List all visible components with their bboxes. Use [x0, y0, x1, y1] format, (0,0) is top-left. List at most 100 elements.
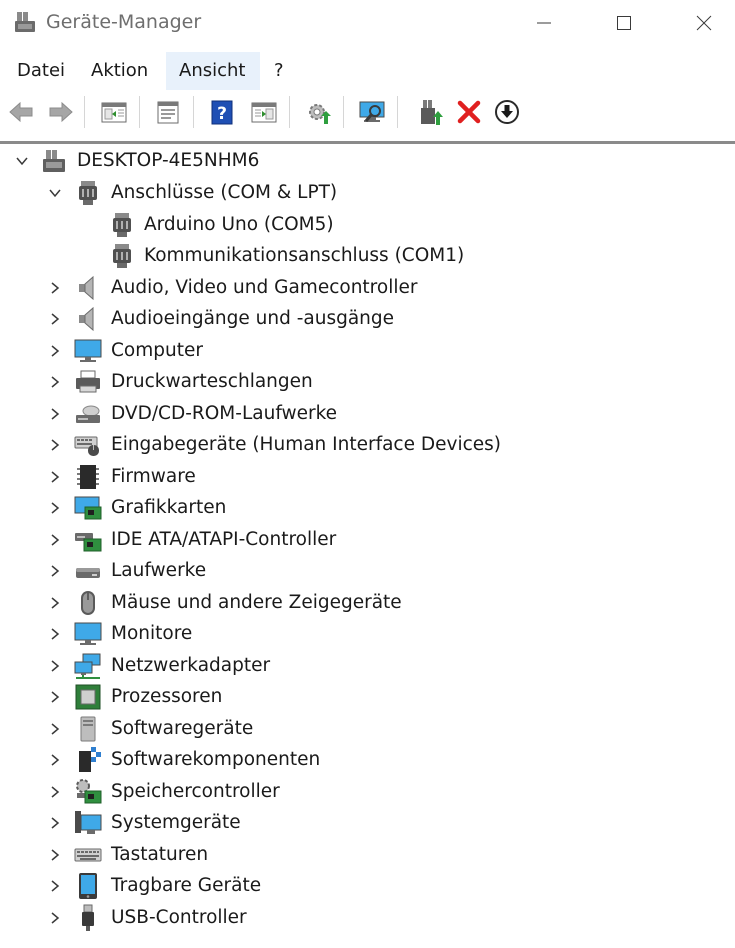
- tree-category-tastaturen[interactable]: Tastaturen: [0, 840, 735, 870]
- chevron-right-icon[interactable]: [48, 564, 62, 578]
- chevron-right-icon[interactable]: [48, 879, 62, 893]
- tree-category-audioeingaenge[interactable]: Audioeingänge und -ausgänge: [0, 304, 735, 334]
- tree-category-label: Druckwarteschlangen: [111, 371, 313, 392]
- menu-aktion[interactable]: Aktion: [83, 52, 156, 90]
- tree-category-tragbare-geraete[interactable]: Tragbare Geräte: [0, 871, 735, 901]
- chevron-down-icon[interactable]: [48, 186, 62, 200]
- tree-category-prozessoren[interactable]: Prozessoren: [0, 682, 735, 712]
- device-manager-app-icon: [15, 12, 35, 32]
- chevron-right-icon[interactable]: [48, 785, 62, 799]
- back-button[interactable]: [4, 95, 38, 129]
- properties-icon: [157, 101, 179, 124]
- download-driver-button[interactable]: [490, 95, 524, 129]
- tree-category-label: Computer: [111, 340, 203, 361]
- download-driver-icon: [495, 100, 519, 124]
- hid-icon: [74, 436, 99, 456]
- window-title: Geräte-Manager: [46, 11, 202, 33]
- tree-category-monitore[interactable]: Monitore: [0, 619, 735, 649]
- tree-category-eingabegeraete[interactable]: Eingabegeräte (Human Interface Devices): [0, 430, 735, 460]
- tree-root-node[interactable]: DESKTOP-4E5NHM6: [0, 146, 735, 176]
- tree-category-speichercontroller[interactable]: Speichercontroller: [0, 777, 735, 807]
- tree-category-softwarekomponenten[interactable]: Softwarekomponenten: [0, 745, 735, 775]
- chevron-right-icon[interactable]: [48, 848, 62, 862]
- chevron-right-icon[interactable]: [48, 407, 62, 421]
- tree-category-usb-controller[interactable]: USB-Controller: [0, 903, 735, 933]
- update-driver-button[interactable]: [301, 95, 335, 129]
- chevron-right-icon[interactable]: [48, 753, 62, 767]
- tree-category-ide-ata[interactable]: IDE ATA/ATAPI-Controller: [0, 525, 735, 555]
- tree-category-label: Audio, Video und Gamecontroller: [111, 277, 418, 298]
- port-connector-icon: [113, 244, 131, 268]
- uninstall-device-button[interactable]: [452, 95, 486, 129]
- chevron-right-icon[interactable]: [48, 911, 62, 925]
- processor-icon: [75, 684, 101, 710]
- tree-category-label: USB-Controller: [111, 907, 247, 928]
- tree-category-label: Netzwerkadapter: [111, 655, 271, 676]
- chevron-right-icon[interactable]: [48, 816, 62, 830]
- minimize-button[interactable]: [513, 0, 575, 46]
- chevron-right-icon[interactable]: [48, 344, 62, 358]
- tree-category-maeuse[interactable]: Mäuse und andere Zeigegeräte: [0, 588, 735, 618]
- chevron-right-icon[interactable]: [48, 690, 62, 704]
- tree-device-com1[interactable]: Kommunikationsanschluss (COM1): [0, 241, 735, 271]
- port-connector-icon: [79, 181, 97, 205]
- chevron-right-icon[interactable]: [48, 722, 62, 736]
- network-adapter-icon: [74, 653, 101, 679]
- chevron-right-icon[interactable]: [48, 596, 62, 610]
- uninstall-device-icon: [457, 100, 481, 124]
- tree-category-label: DVD/CD-ROM-Laufwerke: [111, 403, 338, 424]
- action-pane-button[interactable]: [247, 95, 281, 129]
- tree-category-label: Softwarekomponenten: [111, 749, 321, 770]
- menu-help[interactable]: ?: [266, 52, 292, 90]
- tree-category-computer[interactable]: Computer: [0, 336, 735, 366]
- tree-category-systemgeraete[interactable]: Systemgeräte: [0, 808, 735, 838]
- tree-category-laufwerke[interactable]: Laufwerke: [0, 556, 735, 586]
- chevron-right-icon[interactable]: [48, 533, 62, 547]
- storage-controller-icon: [76, 779, 102, 804]
- enable-device-icon: [421, 100, 443, 125]
- toolbar-separator: [343, 96, 344, 128]
- properties-button[interactable]: [151, 95, 185, 129]
- tree-category-anschluesse[interactable]: Anschlüsse (COM & LPT): [0, 178, 735, 208]
- tree-category-label: IDE ATA/ATAPI-Controller: [111, 529, 337, 550]
- tree-category-grafikkarten[interactable]: Grafikkarten: [0, 493, 735, 523]
- display-adapter-icon: [74, 496, 102, 520]
- menu-datei[interactable]: Datei: [9, 52, 73, 90]
- keyboard-icon: [74, 848, 102, 862]
- dvd-drive-icon: [76, 405, 100, 423]
- enable-device-button[interactable]: [414, 95, 448, 129]
- speaker-icon: [79, 275, 94, 301]
- chevron-right-icon[interactable]: [48, 470, 62, 484]
- chevron-right-icon[interactable]: [48, 627, 62, 641]
- tree-category-label: Mäuse und andere Zeigegeräte: [111, 592, 402, 613]
- tree-category-audio-video[interactable]: Audio, Video und Gamecontroller: [0, 273, 735, 303]
- chevron-right-icon[interactable]: [48, 375, 62, 389]
- tree-device-label: Arduino Uno (COM5): [144, 214, 334, 235]
- scan-hardware-icon: [359, 101, 385, 122]
- maximize-button[interactable]: [593, 0, 655, 46]
- device-tree[interactable]: DESKTOP-4E5NHM6 Anschlüsse (COM & LPT) A…: [0, 144, 735, 948]
- tree-device-arduino-uno[interactable]: Arduino Uno (COM5): [0, 210, 735, 240]
- toolbar-separator: [289, 96, 290, 128]
- tree-category-softwaregeraete[interactable]: Softwaregeräte: [0, 714, 735, 744]
- tree-category-netzwerkadapter[interactable]: Netzwerkadapter: [0, 651, 735, 681]
- speaker-icon: [79, 306, 94, 332]
- printer-icon: [76, 370, 100, 393]
- chevron-right-icon[interactable]: [48, 312, 62, 326]
- chevron-right-icon[interactable]: [48, 501, 62, 515]
- tree-category-druckwarteschlangen[interactable]: Druckwarteschlangen: [0, 367, 735, 397]
- tree-category-label: Firmware: [111, 466, 196, 487]
- chevron-right-icon[interactable]: [48, 281, 62, 295]
- chevron-down-icon[interactable]: [15, 154, 29, 168]
- menu-ansicht[interactable]: Ansicht: [166, 52, 260, 90]
- tree-category-dvd-cd-rom[interactable]: DVD/CD-ROM-Laufwerke: [0, 399, 735, 429]
- close-button[interactable]: [673, 0, 735, 46]
- help-button[interactable]: ?: [205, 95, 239, 129]
- chevron-right-icon[interactable]: [48, 438, 62, 452]
- scan-hardware-button[interactable]: [355, 95, 389, 129]
- chevron-right-icon[interactable]: [48, 659, 62, 673]
- forward-button[interactable]: [44, 95, 78, 129]
- show-hide-console-tree-button[interactable]: [97, 95, 131, 129]
- tree-category-firmware[interactable]: Firmware: [0, 462, 735, 492]
- close-icon: [696, 15, 712, 31]
